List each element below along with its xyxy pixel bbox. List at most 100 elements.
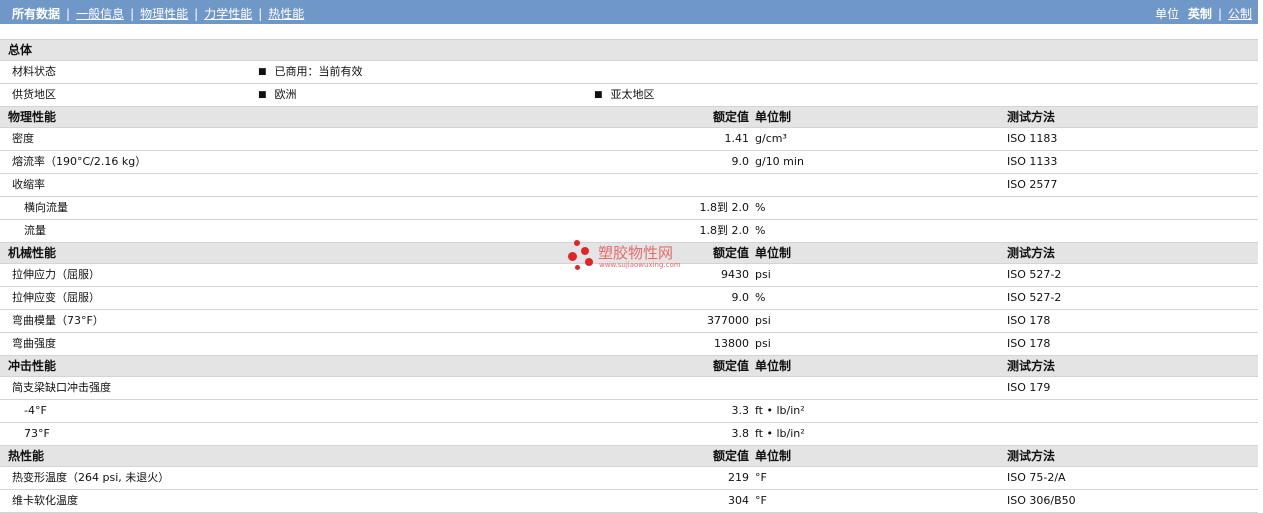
watermark-title: 塑胶物性网 xyxy=(598,244,674,262)
row-method xyxy=(1007,196,1259,220)
row-label: 横向流量 xyxy=(0,196,594,220)
row-label: 弯曲强度 xyxy=(0,332,594,356)
nav-mechanical[interactable]: 力学性能 xyxy=(204,7,252,21)
row-label: 拉伸应变（屈服） xyxy=(0,286,594,310)
row-method: ISO 179 xyxy=(1007,376,1259,400)
section-header-general: 总体 xyxy=(0,40,1259,61)
row-value: 3.8 xyxy=(594,422,755,446)
nav-separator: | xyxy=(258,7,263,21)
table-row: 密度 1.41 g/cm³ ISO 1183 xyxy=(0,127,1259,151)
row-method: ISO 527-2 xyxy=(1007,263,1259,287)
row-value: 已商用：当前有效 xyxy=(274,65,363,78)
section-nav: 所有数据 | 一般信息 | 物理性能 | 力学性能 | 热性能 xyxy=(12,5,304,22)
row-method xyxy=(1007,422,1259,446)
row-label: 拉伸应力（屈服） xyxy=(0,263,594,287)
row-method: ISO 306/B50 xyxy=(1007,489,1259,513)
col-header-unit: 单位制 xyxy=(755,106,1007,128)
col-header-value: 额定值 xyxy=(594,106,755,128)
col-header-method: 测试方法 xyxy=(1007,106,1259,128)
section-title: 冲击性能 xyxy=(0,355,594,377)
table-row: 拉伸应变（屈服） 9.0 % ISO 527-2 xyxy=(0,286,1259,310)
row-value xyxy=(594,173,755,197)
logo-dot-icon xyxy=(574,240,580,246)
row-label: -4°F xyxy=(0,399,594,423)
row-value: 9.0 xyxy=(594,286,755,310)
row-unit: psi xyxy=(755,309,1007,333)
bullet-icon: ■ xyxy=(594,90,603,100)
logo-dot-icon xyxy=(585,258,593,266)
nav-physical[interactable]: 物理性能 xyxy=(140,7,188,21)
row-unit: g/10 min xyxy=(755,150,1007,174)
row-unit: ft • lb/in² xyxy=(755,399,1007,423)
section-title: 总体 xyxy=(0,40,1259,61)
row-label: 热变形温度（264 psi, 未退火） xyxy=(0,466,594,490)
row-label: 流量 xyxy=(0,219,594,243)
region-cell: ■ 亚太地区 xyxy=(594,83,1259,107)
row-method: ISO 178 xyxy=(1007,309,1259,333)
col-header-method: 测试方法 xyxy=(1007,445,1259,467)
top-nav-bar: 所有数据 | 一般信息 | 物理性能 | 力学性能 | 热性能 单位 英制 | 公制 xyxy=(0,0,1258,24)
row-value: 377000 xyxy=(594,309,755,333)
table-row: 维卡软化温度 304 °F ISO 306/B50 xyxy=(0,489,1259,513)
row-value: 1.41 xyxy=(594,127,755,151)
region-cell: ■ 欧洲 xyxy=(258,83,594,107)
table-row: 弯曲强度 13800 psi ISO 178 xyxy=(0,332,1259,356)
nav-separator: | xyxy=(66,7,71,21)
nav-separator: | xyxy=(1217,7,1222,21)
table-row: 简支梁缺口冲击强度 ISO 179 xyxy=(0,376,1259,400)
row-label: 维卡软化温度 xyxy=(0,489,594,513)
row-method: ISO 178 xyxy=(1007,332,1259,356)
row-label: 材料状态 xyxy=(0,60,258,84)
row-label: 弯曲模量（73°F） xyxy=(0,309,594,333)
col-header-method: 测试方法 xyxy=(1007,355,1259,377)
row-value: 219 xyxy=(594,466,755,490)
row-label: 熔流率（190°C/2.16 kg） xyxy=(0,150,594,174)
units-label: 单位 xyxy=(1155,7,1180,21)
col-header-unit: 单位制 xyxy=(755,355,1007,377)
watermark-url: www.sujiaowuxing.com xyxy=(599,261,681,269)
row-method: ISO 527-2 xyxy=(1007,286,1259,310)
row-unit xyxy=(755,376,1007,400)
row-label: 供货地区 xyxy=(0,83,258,107)
table-row: 热变形温度（264 psi, 未退火） 219 °F ISO 75-2/A xyxy=(0,466,1259,490)
status-value-cell: ■ 已商用：当前有效 xyxy=(258,60,1259,84)
col-header-unit: 单位制 xyxy=(755,445,1007,467)
col-header-value: 额定值 xyxy=(594,445,755,467)
table-row: 收缩率 ISO 2577 xyxy=(0,173,1259,197)
row-unit: % xyxy=(755,219,1007,243)
nav-general-info[interactable]: 一般信息 xyxy=(76,7,124,21)
row-method: ISO 75-2/A xyxy=(1007,466,1259,490)
row-label: 简支梁缺口冲击强度 xyxy=(0,376,594,400)
row-method: ISO 1133 xyxy=(1007,150,1259,174)
unit-imperial[interactable]: 英制 xyxy=(1188,7,1212,21)
unit-switcher: 单位 英制 | 公制 xyxy=(1155,5,1252,22)
nav-separator: | xyxy=(130,7,135,21)
row-method xyxy=(1007,219,1259,243)
table-row: -4°F 3.3 ft • lb/in² xyxy=(0,399,1259,423)
logo-dot-icon xyxy=(581,247,589,255)
row-unit: psi xyxy=(755,263,1007,287)
row-value: 3.3 xyxy=(594,399,755,423)
section-header-thermal: 热性能 额定值 单位制 测试方法 xyxy=(0,445,1259,467)
col-header-value: 额定值 xyxy=(594,355,755,377)
section-title: 物理性能 xyxy=(0,106,594,128)
table-row: 熔流率（190°C/2.16 kg） 9.0 g/10 min ISO 1133 xyxy=(0,150,1259,174)
row-value: 欧洲 xyxy=(274,88,297,101)
bullet-icon: ■ xyxy=(258,90,267,100)
nav-thermal[interactable]: 热性能 xyxy=(268,7,304,21)
table-row: 材料状态 ■ 已商用：当前有效 xyxy=(0,60,1259,84)
row-unit: g/cm³ xyxy=(755,127,1007,151)
table-row: 73°F 3.8 ft • lb/in² xyxy=(0,422,1259,446)
col-header-method: 测试方法 xyxy=(1007,242,1259,264)
logo-dot-icon xyxy=(568,252,577,261)
row-label: 73°F xyxy=(0,422,594,446)
row-label: 密度 xyxy=(0,127,594,151)
unit-metric[interactable]: 公制 xyxy=(1228,7,1252,21)
table-row: 弯曲模量（73°F） 377000 psi ISO 178 xyxy=(0,309,1259,333)
row-unit: psi xyxy=(755,332,1007,356)
logo-dot-icon xyxy=(575,265,580,270)
table-row: 供货地区 ■ 欧洲 ■ 亚太地区 xyxy=(0,83,1259,107)
nav-all-data[interactable]: 所有数据 xyxy=(12,7,60,21)
properties-table: 总体 材料状态 ■ 已商用：当前有效 供货地区 ■ 欧洲 ■ 亚太地区 物理性能 额定… xyxy=(0,40,1259,513)
row-value: 304 xyxy=(594,489,755,513)
